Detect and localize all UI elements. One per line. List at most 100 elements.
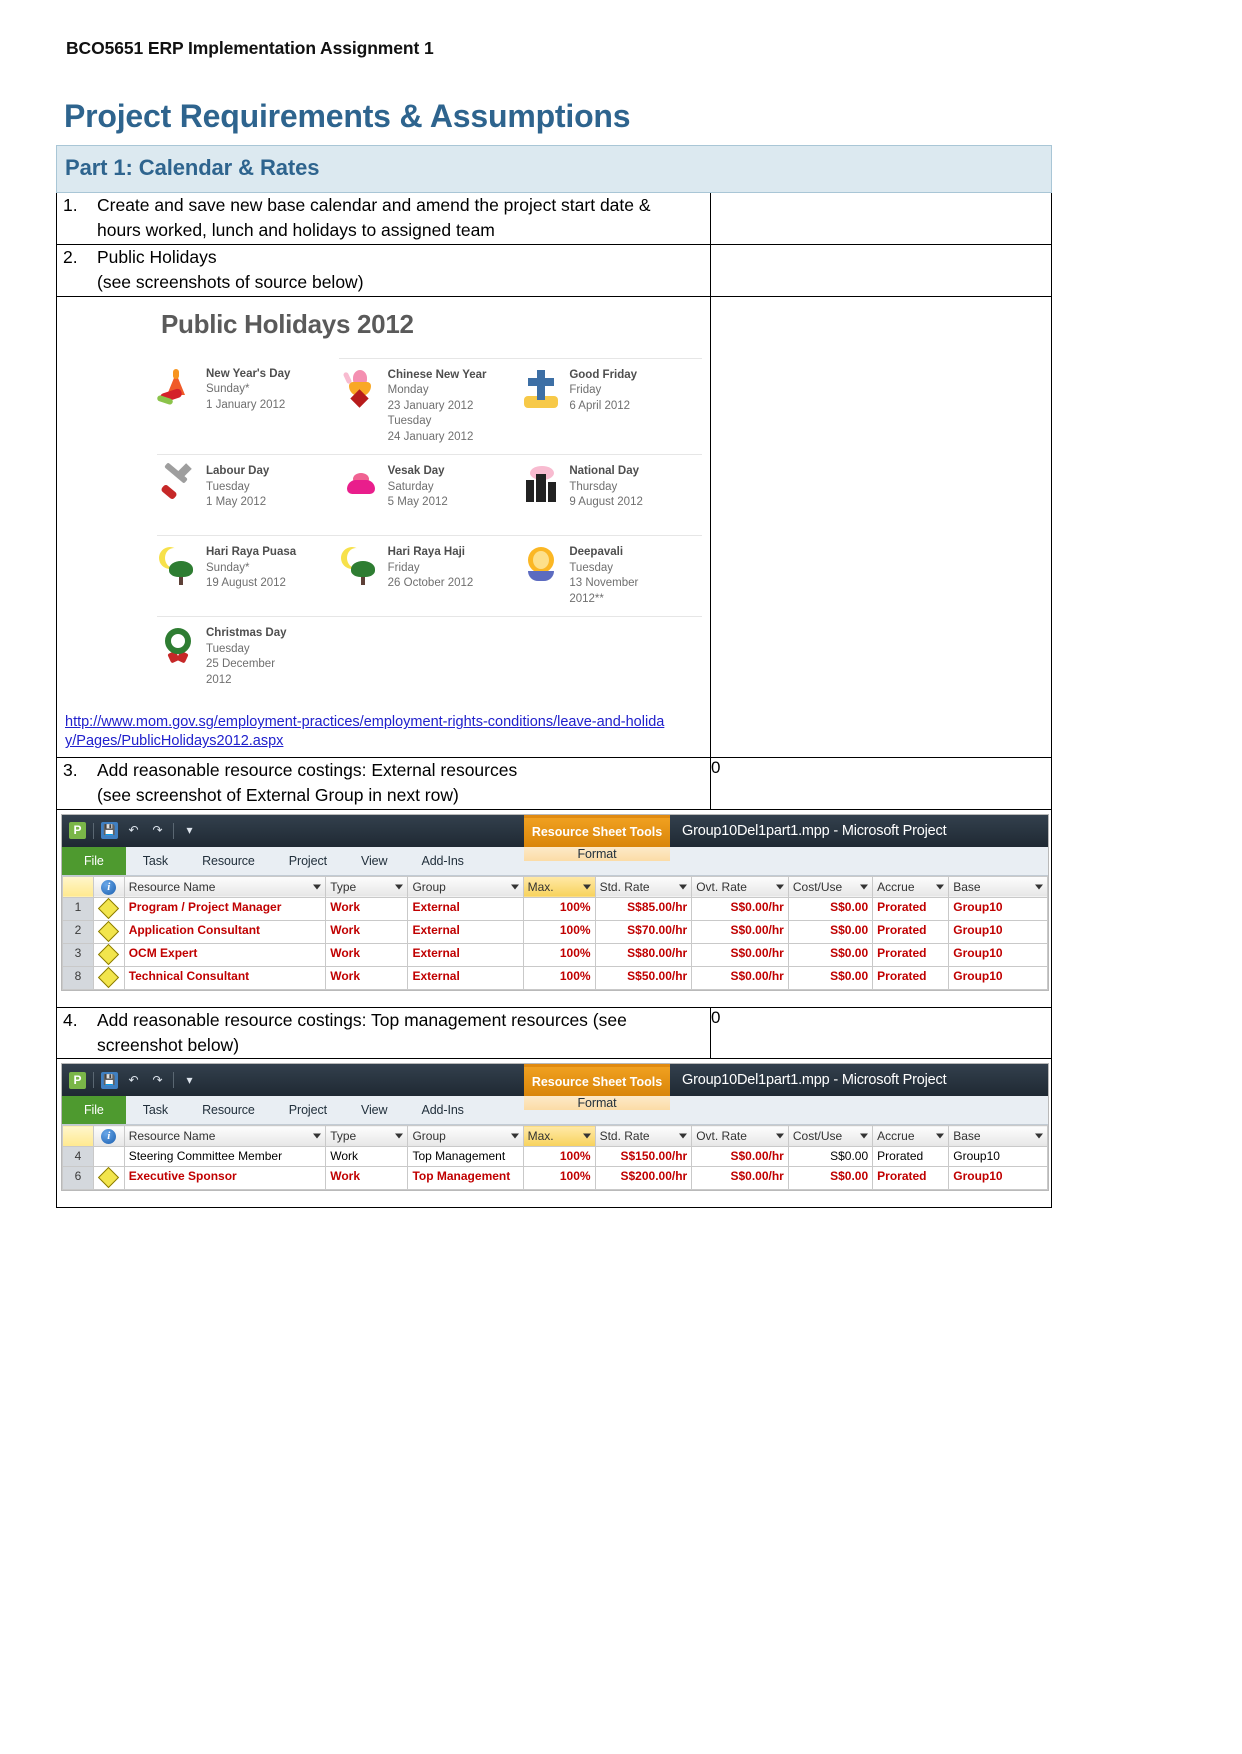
cell-resource-name[interactable]: Application Consultant <box>123 919 327 944</box>
cell-base[interactable]: Group10 <box>948 1146 1048 1168</box>
cell-std-rate[interactable]: S$70.00/hr <box>594 919 693 944</box>
column-header-ovt-rate[interactable]: Ovt. Rate <box>691 1125 789 1148</box>
cell-accrue[interactable]: Prorated <box>872 1146 950 1168</box>
column-header-std-rate[interactable]: Std. Rate <box>594 1125 693 1148</box>
tab-file[interactable]: File <box>62 1096 126 1125</box>
cell-group[interactable]: External <box>407 965 524 990</box>
cell-base[interactable]: Group10 <box>948 942 1048 967</box>
table-row[interactable]: 2 Application Consultant Work External 1… <box>62 919 1048 944</box>
cell-base[interactable]: Group10 <box>948 896 1048 921</box>
row-indicator[interactable] <box>92 1166 125 1191</box>
source-link[interactable]: http://www.mom.gov.sg/employment-practic… <box>65 713 665 751</box>
chevron-down-icon[interactable] <box>395 1133 404 1139</box>
indicators-header[interactable]: i <box>92 1125 125 1148</box>
cell-ovt-rate[interactable]: S$0.00/hr <box>691 896 789 921</box>
column-header-cost-use[interactable]: Cost/Use <box>787 875 874 898</box>
chevron-down-icon[interactable] <box>860 1133 869 1139</box>
cell-resource-name[interactable]: Technical Consultant <box>123 965 327 990</box>
tab-task[interactable]: Task <box>126 847 185 875</box>
select-all-header[interactable] <box>62 1125 94 1148</box>
cell-max[interactable]: 100% <box>522 965 596 990</box>
cell-ovt-rate[interactable]: S$0.00/hr <box>691 965 789 990</box>
cell-std-rate[interactable]: S$150.00/hr <box>594 1146 693 1168</box>
column-header-type[interactable]: Type <box>325 875 409 898</box>
cell-accrue[interactable]: Prorated <box>872 942 950 967</box>
column-header-group[interactable]: Group <box>407 875 524 898</box>
requirement-3-answer[interactable]: 0 <box>710 756 1052 810</box>
tab-project[interactable]: Project <box>272 847 344 875</box>
cell-ovt-rate[interactable]: S$0.00/hr <box>691 1146 789 1168</box>
cell-group[interactable]: External <box>407 896 524 921</box>
cell-cost-use[interactable]: S$0.00 <box>787 919 874 944</box>
cell-cost-use[interactable]: S$0.00 <box>787 942 874 967</box>
row-indicator[interactable] <box>92 965 125 990</box>
column-header-std-rate[interactable]: Std. Rate <box>594 875 693 898</box>
cell-base[interactable]: Group10 <box>948 1166 1048 1191</box>
cell-group[interactable]: Top Management <box>407 1146 524 1168</box>
tab-format[interactable]: Format <box>524 1096 670 1111</box>
cell-accrue[interactable]: Prorated <box>872 896 950 921</box>
cell-base[interactable]: Group10 <box>948 965 1048 990</box>
column-header-base[interactable]: Base <box>948 875 1048 898</box>
chevron-down-icon[interactable] <box>510 1133 519 1139</box>
redo-icon[interactable]: ↷ <box>149 822 166 839</box>
cell-cost-use[interactable]: S$0.00 <box>787 965 874 990</box>
tab-format[interactable]: Format <box>524 846 670 861</box>
table-row[interactable]: 3 OCM Expert Work External 100% S$80.00/… <box>62 942 1048 967</box>
cell-ovt-rate[interactable]: S$0.00/hr <box>691 1166 789 1191</box>
tab-file[interactable]: File <box>62 846 126 875</box>
row-indicator[interactable] <box>92 919 125 944</box>
cell-resource-name[interactable]: OCM Expert <box>123 942 327 967</box>
tab-addins[interactable]: Add-Ins <box>404 847 480 875</box>
save-icon[interactable]: 💾 <box>101 1071 118 1089</box>
table-row[interactable]: 6 Executive Sponsor Work Top Management … <box>62 1166 1048 1191</box>
customize-qat-icon[interactable]: ▾ <box>181 822 198 839</box>
chevron-down-icon[interactable] <box>313 1133 322 1139</box>
cell-max[interactable]: 100% <box>522 1146 596 1168</box>
cell-type[interactable]: Work <box>325 965 409 990</box>
column-header-resource-name[interactable]: Resource Name <box>123 1125 327 1148</box>
quick-access-toolbar[interactable]: P 💾 ↶ ↷ ▾ <box>62 822 198 840</box>
tab-task[interactable]: Task <box>126 1096 185 1124</box>
requirement-1-answer[interactable] <box>710 192 1052 245</box>
chevron-down-icon[interactable] <box>1035 884 1043 890</box>
cell-type[interactable]: Work <box>325 1166 409 1191</box>
quick-access-toolbar-2[interactable]: P 💾 ↶ ↷ ▾ <box>62 1071 198 1089</box>
cell-group[interactable]: External <box>407 942 524 967</box>
chevron-down-icon[interactable] <box>313 884 322 890</box>
chevron-down-icon[interactable] <box>582 1133 591 1139</box>
chevron-down-icon[interactable] <box>936 1133 945 1139</box>
column-header-group[interactable]: Group <box>407 1125 524 1148</box>
customize-qat-icon[interactable]: ▾ <box>181 1072 198 1089</box>
column-header-accrue[interactable]: Accrue <box>872 875 950 898</box>
cell-max[interactable]: 100% <box>522 896 596 921</box>
table-row[interactable]: 1 Program / Project Manager Work Externa… <box>62 896 1048 921</box>
row-indicator[interactable] <box>92 1146 125 1168</box>
tab-view[interactable]: View <box>344 1096 404 1124</box>
column-header-accrue[interactable]: Accrue <box>872 1125 950 1148</box>
cell-type[interactable]: Work <box>325 919 409 944</box>
cell-resource-name[interactable]: Executive Sponsor <box>123 1166 327 1191</box>
cell-max[interactable]: 100% <box>522 919 596 944</box>
row-indicator[interactable] <box>92 896 125 921</box>
chevron-down-icon[interactable] <box>510 884 519 890</box>
tab-project[interactable]: Project <box>272 1096 344 1124</box>
undo-icon[interactable]: ↶ <box>125 1072 142 1089</box>
cell-cost-use[interactable]: S$0.00 <box>787 896 874 921</box>
cell-accrue[interactable]: Prorated <box>872 1166 950 1191</box>
requirement-2-answer[interactable] <box>710 243 1052 297</box>
column-header-max[interactable]: Max. <box>522 1125 596 1148</box>
cell-group[interactable]: External <box>407 919 524 944</box>
cell-accrue[interactable]: Prorated <box>872 965 950 990</box>
requirement-4-answer[interactable]: 0 <box>710 1006 1052 1060</box>
tab-view[interactable]: View <box>344 847 404 875</box>
cell-type[interactable]: Work <box>325 1146 409 1168</box>
cell-ovt-rate[interactable]: S$0.00/hr <box>691 942 789 967</box>
cell-type[interactable]: Work <box>325 896 409 921</box>
chevron-down-icon[interactable] <box>775 884 784 890</box>
column-header-cost-use[interactable]: Cost/Use <box>787 1125 874 1148</box>
chevron-down-icon[interactable] <box>582 884 591 890</box>
tab-resource[interactable]: Resource <box>185 847 272 875</box>
row-indicator[interactable] <box>92 942 125 967</box>
cell-cost-use[interactable]: S$0.00 <box>787 1146 874 1168</box>
